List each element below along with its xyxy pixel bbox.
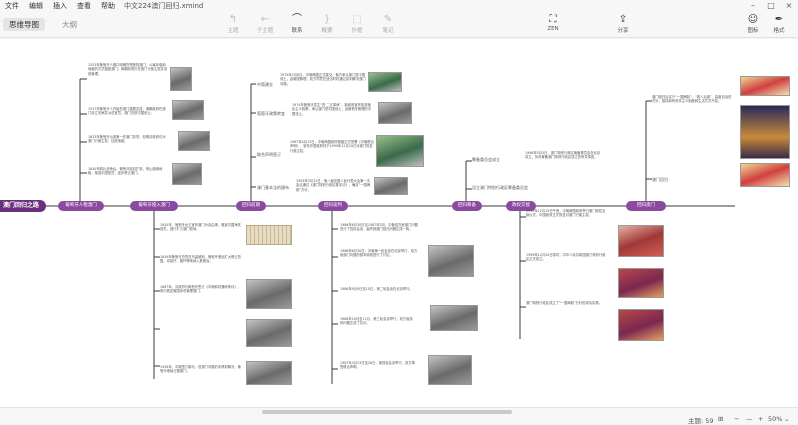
topic-image[interactable] xyxy=(178,131,210,151)
zoom-slider[interactable]: — xyxy=(746,415,753,423)
tab-outline[interactable]: 大纲 xyxy=(56,18,83,31)
topic-image[interactable] xyxy=(374,177,408,195)
zoom-in-icon[interactable]: + xyxy=(758,415,763,423)
topic-note[interactable]: 1840年鸦片战争后，葡萄牙趁机扩张，停止缴纳地租，驱逐中国官员，逐步侵占澳门。 xyxy=(88,167,168,187)
topic-note[interactable]: 1553年葡萄牙人借口晾晒货物登陆澳门，以每年缴纳地租的方式租居澳门，明朝政府仍… xyxy=(88,63,168,99)
maximize-icon[interactable]: □ xyxy=(762,0,780,12)
topic-note[interactable]: 1845年，葡萄牙女王宣布澳门为自由港，驱逐中国海关官员，强行扩占澳门领地。 xyxy=(160,223,242,247)
topic-note[interactable]: 1986年6月30日至1987年3月，中葡双方就澳门问题进行了四轮会谈，最终就澳… xyxy=(340,223,418,243)
topic-note[interactable]: 1987年4月13日，中葡两国政府首脑正式签署《中葡联合声明》，宣布中国政府将于… xyxy=(290,140,374,164)
topic-note[interactable]: 1928年，中葡签订新约，但澳门问题仍未得到解决，葡萄牙继续占据澳门。 xyxy=(160,365,242,385)
relationship-icon: ⌒ xyxy=(292,14,302,25)
close-icon[interactable]: × xyxy=(780,0,798,12)
share-icon: ⇪ xyxy=(618,14,628,25)
topic-image[interactable] xyxy=(740,76,790,96)
branch-topic[interactable]: 回归澳门 xyxy=(626,201,666,211)
relationship-button[interactable]: ⌒ 联系 xyxy=(282,14,312,34)
topic-note[interactable]: 1986年6月30日，中葡第一轮会谈在北京举行，双方就澳门问题的基本原则进行了讨… xyxy=(340,249,420,269)
subtopic[interactable]: 联合声明签订 xyxy=(257,152,281,158)
statusbar: 主题: 59 ⊞ − — + 50% ⌄ xyxy=(0,407,798,425)
branch-topic[interactable]: 回归谈判 xyxy=(318,201,348,211)
note-button[interactable]: ✎ 笔记 xyxy=(373,14,403,34)
root-topic[interactable]: 澳门回归之路 xyxy=(0,200,46,212)
branch-topic[interactable]: 回归前期 xyxy=(236,201,266,211)
topic-button[interactable]: ↰ 主题 xyxy=(218,14,248,34)
topic-image[interactable] xyxy=(170,67,192,91)
topic-note[interactable]: 1998年5月5日，澳门特别行政区筹备委员会在北京成立，负责筹备澳门特别行政区成… xyxy=(525,151,603,179)
subtopic-icon: ↰ xyxy=(228,14,238,25)
topic-image[interactable] xyxy=(618,268,664,298)
topic-image[interactable] xyxy=(378,102,412,124)
mindmap-canvas[interactable]: 澳门回归之路 葡萄牙人租澳门 葡萄牙侵入澳门 回归前期 回归谈判 回归筹备 政权… xyxy=(0,39,798,407)
boundary-icon: ⬚ xyxy=(352,14,362,25)
filter-icon[interactable]: ⊞ xyxy=(718,415,723,423)
topic-image[interactable] xyxy=(246,319,292,347)
topic-note[interactable]: 1849年葡萄牙总督亚马留被刺，葡萄牙借此扩大侵占范围，将氹仔、路环等地纳入其管… xyxy=(160,255,242,275)
topic-image[interactable] xyxy=(246,361,292,385)
child-topic-button[interactable]: ← 子主题 xyxy=(250,14,280,34)
branch-topic[interactable]: 葡萄牙侵入澳门 xyxy=(130,201,178,211)
minimize-icon[interactable]: – xyxy=(744,0,762,12)
zoom-level[interactable]: 50% xyxy=(768,415,782,423)
menu-help[interactable]: 帮助 xyxy=(96,1,120,11)
topic-note[interactable]: 1979年2月8日，中葡两国正式建交。葡方承认澳门是中国领土，由葡国管理，双方同… xyxy=(280,73,366,93)
topic-note[interactable]: 1887年，清政府与葡萄牙签订《中葡和好通商条约》，条约规定葡国永驻管理澳门。 xyxy=(160,285,242,313)
topic-image[interactable] xyxy=(172,100,204,120)
format-brush-icon: ✒ xyxy=(774,14,784,25)
boundary-button[interactable]: ⬚ 外框 xyxy=(342,14,372,34)
menu-insert[interactable]: 插入 xyxy=(48,1,72,11)
topic-image[interactable] xyxy=(618,225,664,257)
summary-button[interactable]: } 概要 xyxy=(312,14,342,34)
format-panel-button[interactable]: ✒ 格式 xyxy=(764,14,794,34)
subtopic[interactable]: 澳门基本法的颁布 xyxy=(257,185,289,191)
subtopic[interactable]: 中葡建交 xyxy=(257,82,273,88)
topic-note[interactable]: 1557年葡萄牙人开始在澳门建屋定居，明朝政府在澳门设立关闸并派驻官员，澳门仍是… xyxy=(88,107,168,127)
menu-edit[interactable]: 编辑 xyxy=(24,1,48,11)
subtopic[interactable]: 葡萄牙政策转变 xyxy=(257,111,285,117)
topic-note[interactable]: 1987年3月23日至26日，第四轮会谈举行，双方草签联合声明。 xyxy=(340,361,416,383)
topic-note[interactable]: 1986年9月9日至10日，第二轮会谈在北京举行。 xyxy=(340,287,416,303)
document-title: 中文224澳门回归.xmind xyxy=(124,2,204,10)
subtopic[interactable]: 设立澳门特别行政区筹备委员会 xyxy=(472,185,528,191)
topic-image[interactable] xyxy=(740,163,790,187)
zen-icon: ⛶ xyxy=(549,14,557,25)
branch-topic[interactable]: 回归筹备 xyxy=(452,201,482,211)
branch-topic[interactable]: 葡萄牙人租澳门 xyxy=(58,201,104,211)
topic-image[interactable] xyxy=(430,305,478,331)
topic-image[interactable] xyxy=(428,245,474,277)
tab-mindmap[interactable]: 思维导图 xyxy=(3,18,45,31)
topic-image[interactable] xyxy=(740,105,790,159)
window-controls: – □ × xyxy=(744,0,798,12)
topic-note[interactable]: 1999年12月20日零时，中华人民共和国澳门特别行政区正式成立。 xyxy=(526,253,608,277)
topic-image[interactable] xyxy=(618,309,664,341)
topic-note[interactable]: 1993年3月31日，第八届全国人民代表大会第一次会议通过《澳门特别行政区基本法… xyxy=(296,179,372,199)
horizontal-scrollbar[interactable] xyxy=(262,410,512,414)
topic-image[interactable] xyxy=(172,163,202,185)
topic-note[interactable]: 1999年12月19日午夜，中葡两国政府举行澳门政权交接仪式，中国政府正式恢复对… xyxy=(526,209,608,237)
topic-image[interactable] xyxy=(246,225,292,245)
topic-image[interactable] xyxy=(368,72,402,92)
menubar: 文件 编辑 插入 查看 帮助 中文224澳门回归.xmind xyxy=(0,0,798,12)
chevron-down-icon[interactable]: ⌄ xyxy=(784,415,789,423)
topic-image[interactable] xyxy=(246,279,292,309)
topic-note[interactable]: 1986年10月至11月，第三轮会谈举行，双方就具体问题达成了共识。 xyxy=(340,317,416,339)
topic-note[interactable]: 澳门特别行政区成立了“一国两制”方针的成功实践。 xyxy=(526,301,608,325)
topic-image[interactable] xyxy=(428,355,472,385)
note-icon: ✎ xyxy=(383,14,393,25)
summary-icon: } xyxy=(323,14,331,25)
menu-file[interactable]: 文件 xyxy=(0,1,24,11)
child-topic-icon: ← xyxy=(260,14,270,25)
zen-button[interactable]: ⛶ ZEN xyxy=(538,14,568,32)
topic-note[interactable]: 1974年葡萄牙发生“四·二五革命”，新政府宣布放弃殖民主义政策，承认澳门是中国… xyxy=(292,103,374,131)
topic-note[interactable]: 1623年葡萄牙派遣第一任澳门总督，但明清政府仍对澳门行使主权，征收地租。 xyxy=(88,135,168,155)
topic-image[interactable] xyxy=(376,135,424,167)
share-button[interactable]: ⇪ 分享 xyxy=(608,14,638,34)
zoom-out-icon[interactable]: − xyxy=(734,415,739,423)
toolbar: 思维导图 大纲 ↰ 主题 ← 子主题 ⌒ 联系 } 概要 ⬚ 外框 ✎ 笔记 ⛶… xyxy=(0,12,798,38)
subtopic[interactable]: 澳门回归 xyxy=(652,177,668,183)
subtopic[interactable]: 筹备委员会成立 xyxy=(472,157,500,163)
menu-view[interactable]: 查看 xyxy=(72,1,96,11)
topic-note[interactable]: 澳门回归后实行“一国两制”、“澳人治澳”、高度自治的方针，保持原有资本主义制度和… xyxy=(652,95,732,115)
